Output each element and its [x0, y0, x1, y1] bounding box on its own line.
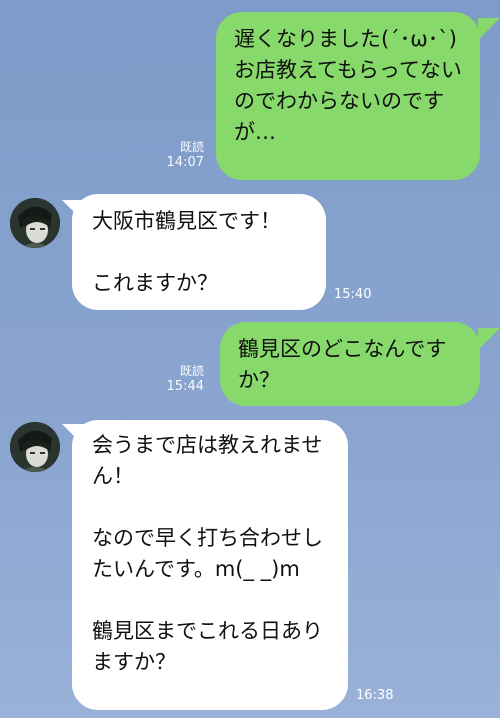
message-time: 14:07: [166, 155, 204, 170]
message-time: 15:44: [166, 379, 204, 394]
avatar-icon: [10, 198, 60, 248]
contact-avatar[interactable]: [10, 422, 60, 472]
chat-thread: 既読 14:07 遅くなりました(´･ω･`) お店教えてもらってないのでわから…: [0, 0, 500, 718]
read-receipt: 既読: [179, 364, 204, 378]
incoming-message[interactable]: 会うまで店は教えれません！ なので早く打ち合わせしたいんです。m(_ _)m 鶴…: [72, 420, 348, 710]
outgoing-message[interactable]: 鶴見区のどこなんですか？: [220, 322, 480, 406]
incoming-message[interactable]: 大阪市鶴見区です！ これますか？: [72, 194, 326, 310]
message-time: 15:40: [334, 287, 372, 302]
message-meta: 既読 15:44: [160, 364, 204, 394]
bubble-tail: [478, 328, 500, 350]
message-time: 16:38: [356, 688, 394, 703]
message-meta: 既読 14:07: [160, 140, 204, 170]
contact-avatar[interactable]: [10, 198, 60, 248]
read-receipt: 既読: [179, 140, 204, 154]
bubble-tail: [478, 18, 500, 40]
outgoing-message[interactable]: 遅くなりました(´･ω･`) お店教えてもらってないのでわからないのですが…: [216, 12, 480, 180]
avatar-icon: [10, 422, 60, 472]
